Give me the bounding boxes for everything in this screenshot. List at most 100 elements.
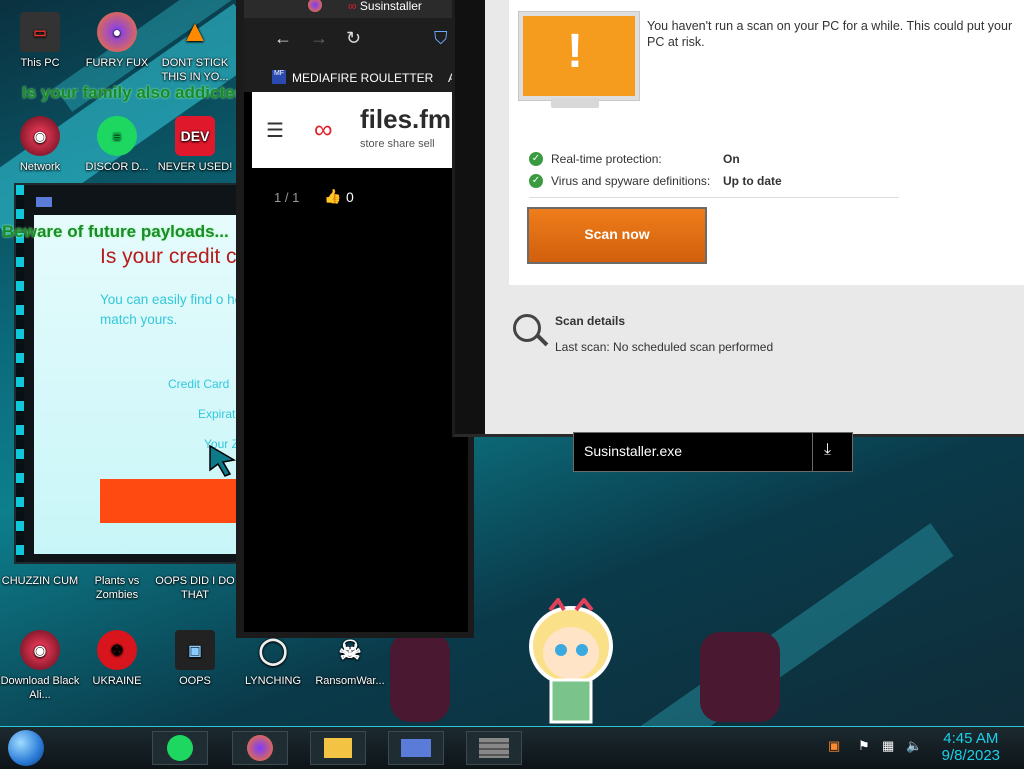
card-window-icon: [401, 739, 431, 757]
back-arrow-icon[interactable]: ←: [274, 28, 292, 49]
desktop-icon-discord[interactable]: ≡ DISCOR D...: [77, 116, 157, 174]
tray-app-icon[interactable]: ▣: [828, 738, 840, 754]
cartoon-character-image: [529, 598, 613, 724]
files-fm-tagline: store share sell: [360, 138, 435, 150]
red-globe-icon: ◉: [20, 630, 60, 670]
bookmark-mediafire[interactable]: MEDIAFIRE ROULETTER: [292, 71, 433, 85]
files-fm-tab-icon: ∞: [348, 0, 360, 13]
wallpaper-figure-legs: [390, 632, 450, 722]
scan-details-block: Scan details Last scan: No scheduled sca…: [555, 314, 773, 354]
firefox-tab-icon[interactable]: [308, 0, 322, 12]
files-fm-logo-text: files.fm: [360, 104, 452, 134]
hamburger-menu-icon[interactable]: ☰: [266, 118, 284, 143]
network-globe-icon: ◉: [20, 116, 60, 156]
noose-icon: ◯: [258, 635, 288, 665]
desktop-icon-ukraine[interactable]: ☢ UKRAINE: [77, 630, 157, 688]
monitor-stand: [551, 98, 599, 108]
desktop-icon-lynching[interactable]: ◯ LYNCHING: [233, 630, 313, 688]
desktop-icon-download-black[interactable]: ◉ Download Black Ali...: [0, 630, 80, 702]
taskbar-firefox[interactable]: [232, 731, 288, 765]
last-scan-value: No scheduled scan performed: [613, 340, 774, 354]
clock-time: 4:45 AM: [943, 730, 999, 747]
divider: [529, 197, 899, 198]
definitions-value: Up to date: [723, 174, 782, 188]
system-clock[interactable]: 4:45 AM 9/8/2023: [942, 730, 1000, 764]
skull-icon: ☠: [338, 635, 362, 665]
page-count: 1 / 1: [274, 190, 300, 205]
flag-icon[interactable]: ⚑: [858, 738, 870, 754]
computer-icon: ▭: [20, 12, 60, 52]
last-scan-line: Last scan: No scheduled scan performed: [555, 340, 773, 354]
terminal-icon: ▣: [175, 630, 215, 670]
taskbar-credit-card-window[interactable]: [388, 731, 444, 765]
download-arrow-icon[interactable]: ⤓: [824, 441, 831, 459]
bookmark-mediafire-icon: MF: [272, 70, 286, 84]
desktop-icon-furry-fux[interactable]: ● FURRY FUX: [77, 12, 157, 70]
browser-nav-bar: ← → ↻ ⛉: [244, 18, 468, 62]
phishing-body: You can easily find o here and we will s…: [100, 292, 240, 327]
files-fm-header: ☰ ∞ files.fm store share sell: [252, 92, 468, 168]
volume-icon[interactable]: 🔈: [906, 738, 922, 754]
magnifier-handle: [535, 333, 549, 347]
brick-wall-icon: [479, 738, 509, 758]
desktop-icon-oops-did[interactable]: OOPS DID I DO THAT: [155, 574, 235, 602]
scan-now-button[interactable]: Scan now: [527, 207, 707, 264]
phishing-page-content: Is your credit c You can easily find o h…: [34, 215, 240, 554]
like-count: 0: [346, 189, 354, 205]
folder-icon: [324, 738, 352, 758]
desktop-icon-network[interactable]: ◉ Network: [0, 116, 80, 174]
desktop-icon-this-pc[interactable]: ▭ This PC: [0, 12, 80, 70]
thumbs-up-icon[interactable]: 👍: [324, 188, 341, 205]
scrolling-text-payloads: Beware of future payloads...: [2, 222, 229, 241]
tab-susinstaller[interactable]: ∞ Susinstaller: [340, 0, 430, 18]
desktop-icon-dev[interactable]: DEV NEVER USED!: [155, 116, 235, 174]
download-file-bar[interactable]: Susinstaller.exe ⤓: [573, 432, 853, 472]
dev-icon: DEV: [175, 116, 215, 156]
field-label-expiration: Expirati: [198, 407, 239, 421]
definitions-label: Virus and spyware definitions:: [551, 174, 711, 188]
phishing-window-titlebar[interactable]: [34, 189, 244, 213]
realtime-protection-label: Real-time protection:: [551, 152, 662, 166]
phishing-heading: Is your credit c: [100, 245, 237, 268]
phishing-submit-button[interactable]: [100, 479, 240, 523]
network-tray-icon[interactable]: ▦: [882, 738, 894, 754]
shield-icon[interactable]: ⛉: [434, 28, 448, 49]
warning-monitor-icon: !: [519, 12, 639, 100]
check-icon: ✓: [529, 174, 543, 188]
taskbar-spotify[interactable]: [152, 731, 208, 765]
taskbar-security-window[interactable]: [466, 731, 522, 765]
desktop-icon-dont-stick[interactable]: ▲ DONT STICK THIS IN YO...: [155, 12, 235, 84]
bookmarks-bar: MF MEDIAFIRE ROULETTER A: [244, 62, 468, 92]
firefox-icon: [247, 735, 273, 761]
wallpaper-figure-boot: [700, 632, 780, 722]
forward-arrow-icon[interactable]: →: [310, 28, 328, 49]
security-window[interactable]: ! You haven't run a scan on your PC for …: [452, 0, 1024, 437]
security-window-frame: [455, 0, 485, 434]
browser-tab-strip: ∞ Susinstaller: [244, 0, 468, 18]
clock-date: 9/8/2023: [941, 747, 1000, 764]
scan-details-title: Scan details: [555, 314, 626, 328]
window-app-icon: [36, 197, 52, 207]
spotify-icon: [167, 735, 193, 761]
realtime-protection-value: On: [723, 152, 740, 166]
last-scan-label: Last scan:: [555, 340, 610, 354]
desktop-icon-plants[interactable]: Plants vs Zombies: [77, 574, 157, 602]
divider: [812, 433, 813, 471]
radiation-icon: ☢: [97, 630, 137, 670]
vlc-cone-icon: ▲: [180, 15, 210, 48]
mouse-cursor-icon: [209, 444, 237, 477]
field-label-credit-card: Credit Card: [168, 377, 230, 391]
desktop-icon-ransomware[interactable]: ☠ RansomWar...: [310, 630, 390, 688]
desktop-icon-oops[interactable]: ▣ OOPS: [155, 630, 235, 688]
scan-warning-text: You haven't run a scan on your PC for a …: [647, 19, 1013, 49]
taskbar: [0, 726, 1024, 769]
browser-window[interactable]: ∞ Susinstaller ← → ↻ ⛉ MF MEDIAFIRE ROUL…: [236, 0, 474, 638]
check-icon: ✓: [529, 152, 543, 166]
files-fm-logo-icon: ∞: [314, 114, 333, 144]
reload-icon[interactable]: ↻: [346, 28, 361, 49]
spotify-icon: ≡: [97, 116, 137, 156]
taskbar-file-explorer[interactable]: [310, 731, 366, 765]
download-filename: Susinstaller.exe: [584, 443, 683, 459]
desktop-icon-chuzzin[interactable]: CHUZZIN CUM: [0, 574, 80, 588]
start-button[interactable]: [8, 730, 44, 766]
